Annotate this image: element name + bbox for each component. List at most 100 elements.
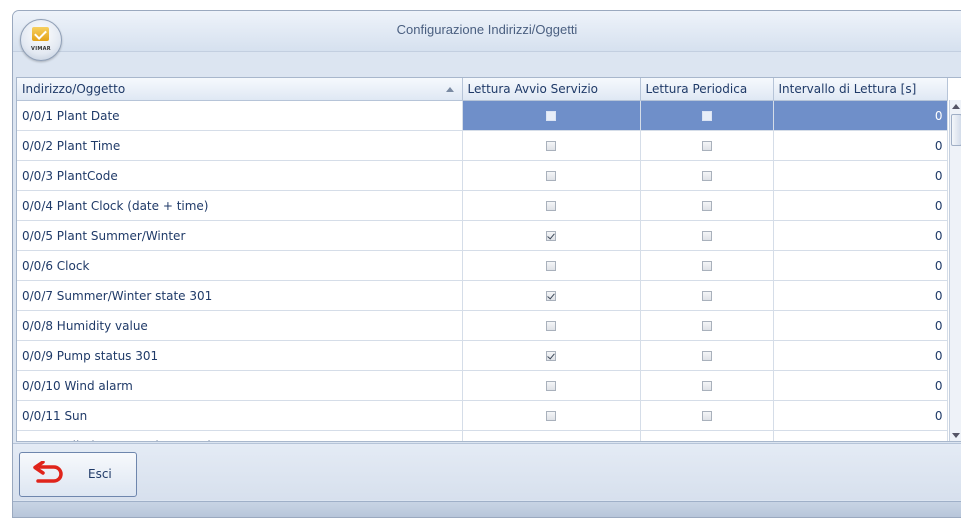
cell-startup-read [462,100,641,131]
title-bar: Configurazione Indirizzi/Oggetti [13,11,961,52]
periodic-read-checkbox[interactable] [701,141,712,151]
cell-read-interval[interactable]: 0 [773,310,948,341]
cell-read-interval[interactable]: 0 [773,370,948,401]
cell-read-interval[interactable]: 0 [773,400,948,431]
startup-read-checkbox[interactable] [546,171,556,181]
startup-read-checkbox[interactable] [546,111,556,121]
cell-address-object: 0/0/11 Sun [17,400,463,431]
column-header-read-interval[interactable]: Intervallo di Lettura [s] [773,78,948,101]
cell-startup-read [462,430,641,442]
periodic-read-checkbox[interactable] [701,171,712,181]
vimar-logo-icon [32,27,49,41]
cell-address-object: 0/0/10 Wind alarm [17,370,463,401]
startup-read-checkbox[interactable] [546,201,556,211]
startup-read-checkbox[interactable] [546,381,556,391]
cell-startup-read [462,400,641,431]
back-arrow-icon [33,461,63,483]
header-row: Indirizzo/Oggetto Lettura Avvio Servizio… [17,78,948,101]
scroll-thumb[interactable] [951,114,961,146]
cell-periodic-read [640,370,774,401]
cell-read-interval[interactable]: 0 [773,280,948,311]
table-row[interactable]: 0/0/4 Plant Clock (date + time) 0 [17,190,948,221]
cell-startup-read [462,370,641,401]
cell-read-interval[interactable]: 0 [773,100,948,131]
cell-startup-read [462,190,641,221]
config-window: Configurazione Indirizzi/Oggetti VIMAR I… [12,10,961,518]
startup-read-checkbox[interactable] [546,291,556,301]
cell-address-object: 0/0/2 Plant Time [17,130,463,161]
cell-read-interval[interactable]: 0 [773,430,948,441]
table-row[interactable]: 0/0/3 PlantCode 0 [17,160,948,191]
cell-startup-read [462,280,641,311]
periodic-read-checkbox[interactable] [702,441,712,442]
cell-periodic-read [640,400,774,431]
table-row[interactable]: 0/0/9 Pump status 301 0 [17,340,948,371]
table-row[interactable]: 0/0/11 Sun 0 [17,400,948,431]
exit-button-label: Esci [88,467,112,481]
startup-read-checkbox[interactable] [546,261,556,271]
sort-ascending-icon [445,87,454,92]
cell-read-interval[interactable]: 0 [773,160,948,191]
table-row[interactable]: 0/0/10 Wind alarm 0 [17,370,948,401]
cell-address-object: 0/0/12 Blinds automatic control [17,430,463,441]
column-header-periodic-read[interactable]: Lettura Periodica [640,78,774,101]
table-row[interactable]: 0/0/1 Plant Date 0 [17,100,948,131]
exit-button[interactable]: Esci [19,452,137,497]
scroll-up-icon[interactable] [952,104,960,109]
table-row[interactable]: 0/0/12 Blinds automatic control 0 [17,430,948,442]
cell-address-object: 0/0/7 Summer/Winter state 301 [17,280,463,311]
table-row[interactable]: 0/0/7 Summer/Winter state 301 0 [17,280,948,311]
cell-address-object: 0/0/6 Clock [17,250,463,281]
scroll-down-icon[interactable] [952,433,960,438]
cell-address-object: 0/0/3 PlantCode [17,160,463,191]
cell-periodic-read [640,190,774,221]
periodic-read-checkbox[interactable] [701,261,712,271]
logo-text: VIMAR [31,46,51,52]
startup-read-checkbox[interactable] [546,441,556,442]
table-row[interactable]: 0/0/5 Plant Summer/Winter 0 [17,220,948,251]
cell-startup-read [462,310,641,341]
cell-read-interval[interactable]: 0 [773,340,948,371]
cell-address-object: 0/0/8 Humidity value [17,310,463,341]
periodic-read-checkbox[interactable] [701,351,712,361]
cell-address-object: 0/0/1 Plant Date [17,100,463,131]
vertical-scrollbar[interactable] [949,100,961,441]
cell-address-object: 0/0/5 Plant Summer/Winter [17,220,463,251]
cell-periodic-read [640,340,774,371]
cell-read-interval[interactable]: 0 [773,190,948,221]
startup-read-checkbox[interactable] [546,231,556,241]
startup-read-checkbox[interactable] [546,411,556,421]
periodic-read-checkbox[interactable] [701,381,712,391]
cell-startup-read [462,220,641,251]
startup-read-checkbox[interactable] [546,351,556,361]
grid-table: Indirizzo/Oggetto Lettura Avvio Servizio… [17,78,948,442]
cell-startup-read [462,340,641,371]
column-header-address[interactable]: Indirizzo/Oggetto [17,78,463,101]
cell-address-object: 0/0/9 Pump status 301 [17,340,463,371]
cell-read-interval[interactable]: 0 [773,250,948,281]
table-row[interactable]: 0/0/2 Plant Time 0 [17,130,948,161]
cell-read-interval[interactable]: 0 [773,220,948,251]
cell-startup-read [462,160,641,191]
bottom-toolbar: Esci [13,443,961,500]
cell-periodic-read [640,430,774,442]
cell-address-object: 0/0/4 Plant Clock (date + time) [17,190,463,221]
periodic-read-checkbox[interactable] [701,291,712,301]
periodic-read-checkbox[interactable] [701,111,712,121]
column-header-label: Indirizzo/Oggetto [22,82,126,96]
app-menu-button[interactable]: VIMAR [20,19,62,61]
startup-read-checkbox[interactable] [546,321,556,331]
window-title: Configurazione Indirizzi/Oggetti [396,22,578,37]
startup-read-checkbox[interactable] [546,141,556,151]
table-row[interactable]: 0/0/8 Humidity value 0 [17,310,948,341]
cell-periodic-read [640,250,774,281]
periodic-read-checkbox[interactable] [701,321,712,331]
periodic-read-checkbox[interactable] [701,231,712,241]
cell-read-interval[interactable]: 0 [773,130,948,161]
cell-periodic-read [640,280,774,311]
periodic-read-checkbox[interactable] [701,201,712,211]
cell-startup-read [462,130,641,161]
column-header-startup-read[interactable]: Lettura Avvio Servizio [462,78,641,101]
table-row[interactable]: 0/0/6 Clock 0 [17,250,948,281]
periodic-read-checkbox[interactable] [701,411,712,421]
